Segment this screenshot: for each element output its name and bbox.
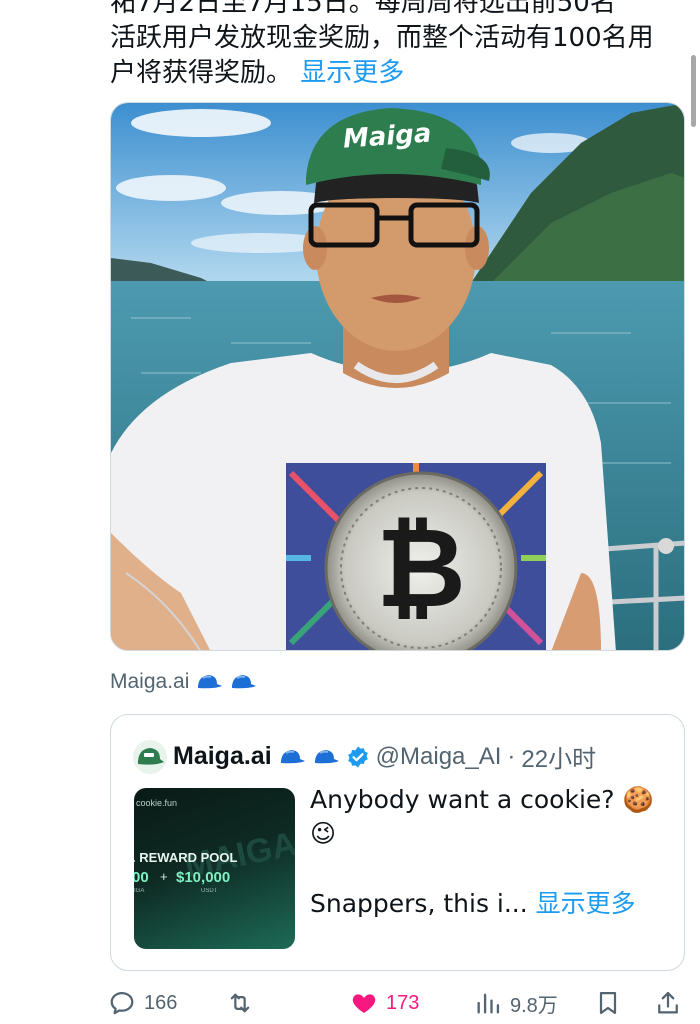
quoted-text: Anybody want a cookie? 🍪 😉 Snappers, thi…	[310, 783, 660, 921]
show-more-link[interactable]: 显示更多	[300, 58, 404, 88]
like-count: 173	[386, 991, 420, 1014]
views-chart-icon	[477, 993, 500, 1014]
blue-cap-icon	[314, 749, 339, 763]
thumb-amount: $10,000	[176, 869, 231, 886]
thumb-sub-left: IGA	[134, 888, 145, 894]
green-cap-icon	[138, 747, 164, 765]
thumb-site: cookie.fun	[136, 798, 178, 808]
quoted-author-handle[interactable]: @Maiga_AI	[376, 743, 502, 771]
like-button[interactable]: 173	[350, 985, 419, 1021]
reply-icon	[110, 991, 134, 1015]
tweet-text: 祏7月2日至7月15日。每周周将选出前50名 活跃用户发放现金奖励，而整个活动有…	[110, 0, 690, 91]
media-credit-name: Maiga.ai	[110, 670, 190, 693]
tweet-action-bar: 166 173 9.8万	[108, 985, 688, 1021]
tweet-text-line-2: 活跃用户发放现金奖励，而整个活动有100名用	[110, 23, 654, 53]
tweet-text-line-3: 户将获得奖励。	[110, 58, 293, 88]
verified-badge-icon	[347, 746, 368, 767]
views-button[interactable]: 9.8万	[474, 985, 558, 1021]
quoted-tweet[interactable]: Maiga.ai @Maiga_AI · 22小时 cookie.fun MAIGA…	[110, 714, 685, 971]
blue-cap-icon	[232, 675, 257, 689]
views-count: 9.8万	[510, 994, 558, 1017]
bookmark-button[interactable]	[594, 985, 622, 1021]
quoted-text-line-1: Anybody want a cookie? 🍪	[310, 785, 654, 814]
reply-button[interactable]: 166	[108, 985, 177, 1021]
quoted-show-more-link[interactable]: 显示更多	[536, 889, 636, 918]
quoted-tweet-header: Maiga.ai @Maiga_AI · 22小时	[133, 739, 596, 774]
avatar[interactable]	[133, 739, 167, 774]
thumb-sub-right: USDT	[201, 888, 218, 894]
retweet-icon	[230, 993, 250, 1013]
quoted-thumbnail[interactable]: cookie.fun MAIGA . REWARD POOL 00 + $10,…	[134, 788, 295, 949]
thumb-amount-left: 00	[134, 869, 149, 886]
quoted-text-line-3: Snappers, this i...	[310, 889, 528, 918]
quoted-author-name[interactable]: Maiga.ai	[173, 742, 272, 771]
photo-illustration: Maiga ₿	[111, 103, 684, 650]
bookmark-icon	[599, 991, 617, 1015]
quoted-timestamp[interactable]: 22小时	[521, 739, 596, 774]
quoted-text-line-2: 😉	[310, 819, 337, 848]
scrollbar[interactable]	[691, 55, 696, 127]
heart-icon	[352, 994, 376, 1013]
tweet-photo[interactable]: Maiga ₿	[110, 102, 685, 651]
media-credit[interactable]: Maiga.ai	[110, 670, 257, 694]
share-button[interactable]	[654, 985, 682, 1021]
blue-cap-icon	[280, 749, 305, 763]
retweet-button[interactable]	[226, 985, 254, 1021]
share-icon	[658, 991, 678, 1014]
separator-dot: ·	[507, 742, 516, 770]
blue-cap-icon	[198, 675, 223, 689]
thumb-plus: +	[160, 869, 168, 884]
thumb-title: . REWARD POOL	[134, 850, 238, 865]
reply-count: 166	[144, 991, 178, 1014]
svg-text:₿: ₿	[376, 504, 466, 632]
cap-logo-text: Maiga	[342, 119, 432, 155]
tweet-text-line-1: 祏7月2日至7月15日。每周周将选出前50名	[110, 0, 616, 18]
